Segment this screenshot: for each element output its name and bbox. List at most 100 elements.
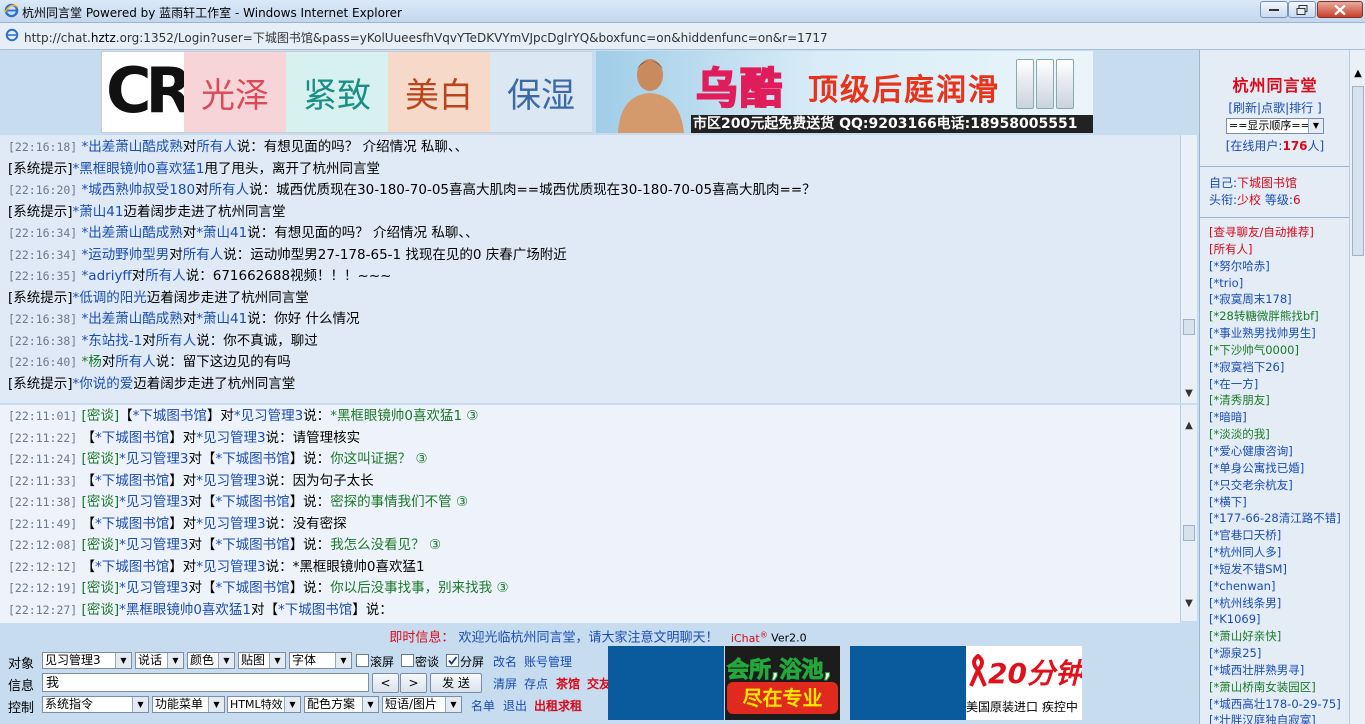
chat-username[interactable]: *下城图书馆 — [95, 516, 169, 532]
chat-username[interactable]: *见习管理3 — [196, 559, 265, 575]
chat-username[interactable]: *见习管理3 — [196, 430, 265, 446]
private-chat-checkbox[interactable]: 密谈 — [401, 653, 439, 670]
chat-username[interactable]: *出差萧山酷成熟 — [82, 225, 183, 241]
user-list-item[interactable]: [*单身公寓找已婚] — [1209, 460, 1350, 477]
scroll-down-arrow-icon[interactable]: ▼ — [1181, 385, 1197, 401]
user-list-item[interactable]: [*在一方] — [1209, 376, 1350, 393]
user-list-item[interactable]: [*源泉25] — [1209, 645, 1350, 662]
chat-username[interactable]: *见习管理3 — [119, 494, 188, 510]
user-list-item[interactable]: [*清秀朋友] — [1209, 392, 1350, 409]
chat-username[interactable]: *运动野帅型男 — [82, 247, 170, 263]
previous-message-button[interactable]: < — [372, 673, 399, 693]
chat-username[interactable]: *adriyff — [82, 268, 132, 284]
close-window-button[interactable] — [1317, 1, 1363, 18]
chat-username[interactable]: 所有人 — [196, 139, 237, 155]
chat-username[interactable]: *你说的爱 — [73, 376, 134, 392]
user-list-item[interactable]: [*壮胖汉庭独自寂寞] — [1209, 712, 1350, 724]
address-bar[interactable]: http://chat.hztz.org:1352/Login?user=下城图… — [0, 23, 1365, 50]
user-list-item[interactable]: [*城西高壮178-0-29-75] — [1209, 696, 1350, 713]
user-list-item[interactable]: [*暗暗] — [1209, 409, 1350, 426]
rename-link[interactable]: 改名 — [493, 653, 517, 670]
chat-username[interactable]: *见习管理3 — [119, 580, 188, 596]
chat-username[interactable]: 所有人 — [145, 268, 186, 284]
scroll-down-arrow-icon[interactable]: ▼ — [1181, 595, 1197, 611]
private-chat-scrollbar[interactable]: ▲ ▼ — [1180, 405, 1197, 621]
user-list-item[interactable]: [*努尔哈赤] — [1209, 258, 1350, 275]
chat-username[interactable]: *下城图书馆 — [215, 451, 289, 467]
color-scheme-select[interactable]: 配色方案 ▼ — [304, 696, 379, 713]
system-command-select[interactable]: 系统指令 ▼ — [42, 696, 149, 713]
user-list-item[interactable]: [*官巷口天桥] — [1209, 527, 1350, 544]
ranking-link[interactable]: 排行 ] — [1289, 101, 1322, 115]
chat-username[interactable]: 所有人 — [156, 333, 197, 349]
search-friends-link[interactable]: [查寻聊友/自动推荐] — [1209, 224, 1350, 241]
display-order-select[interactable]: ==显示顺序== ▼ — [1226, 118, 1324, 134]
sidebar-scrollbar[interactable]: ▲ — [1349, 50, 1365, 724]
public-chat-area[interactable]: [22:16:18] *出差萧山酷成熟对所有人说：有想见面的吗？ 介绍情况 私聊… — [0, 135, 1180, 403]
user-list-item[interactable]: [*事业熟男找帅男生] — [1209, 325, 1350, 342]
chat-username[interactable]: *东站找-1 — [82, 333, 143, 349]
chat-username[interactable]: 所有人 — [183, 247, 224, 263]
message-input[interactable]: 我 — [42, 673, 369, 692]
target-select[interactable]: 见习管理3 ▼ — [42, 652, 132, 669]
public-chat-scrollbar[interactable]: ▼ — [1180, 135, 1197, 403]
ad-placeholder-blue[interactable] — [608, 646, 724, 720]
restore-button[interactable] — [1288, 1, 1316, 18]
color-select[interactable]: 颜色 ▼ — [187, 652, 235, 669]
user-list-item[interactable]: [*横下] — [1209, 494, 1350, 511]
chat-username[interactable]: 所有人 — [209, 182, 250, 198]
scrollbar-thumb[interactable] — [1352, 86, 1364, 256]
chat-username[interactable]: *低调的阳光 — [73, 290, 147, 306]
roster-link[interactable]: 名单 — [471, 697, 495, 714]
chat-username[interactable]: *下城图书馆 — [95, 430, 169, 446]
chat-username[interactable]: *萧山41 — [196, 225, 247, 241]
function-menu-select[interactable]: 功能菜单 ▼ — [152, 696, 225, 713]
chat-username[interactable]: *下城图书馆 — [133, 408, 207, 424]
user-list-item[interactable]: [*只交老余杭友] — [1209, 477, 1350, 494]
phrases-images-select[interactable]: 短语/图片 ▼ — [382, 696, 462, 713]
chat-username[interactable]: *见习管理3 — [196, 473, 265, 489]
scroll-up-arrow-icon[interactable]: ▲ — [1350, 68, 1365, 79]
sticker-select[interactable]: 贴图 ▼ — [238, 652, 286, 669]
account-manage-link[interactable]: 账号管理 — [524, 653, 572, 670]
chat-username[interactable]: *出差萧山酷成熟 — [82, 139, 183, 155]
split-screen-checkbox[interactable]: 分屏 — [446, 653, 484, 670]
song-request-link[interactable]: 点歌 — [1261, 101, 1285, 115]
teahouse-link[interactable]: 茶馆 — [556, 675, 580, 692]
user-list-item[interactable]: [*短发不错SM] — [1209, 561, 1350, 578]
user-list-item[interactable]: [所有人] — [1209, 241, 1350, 258]
font-select[interactable]: 字体 ▼ — [289, 652, 352, 669]
chat-username[interactable]: *城西熟帅叔受180 — [82, 182, 196, 198]
chat-username[interactable]: *黑框眼镜帅0喜欢猛1 — [73, 161, 205, 177]
chat-username[interactable]: *下城图书馆 — [215, 494, 289, 510]
scrollbar-thumb[interactable] — [1183, 319, 1195, 335]
user-list-item[interactable]: [*trio] — [1209, 275, 1350, 292]
user-list-item[interactable]: [*28转糖微胖熊找bf] — [1209, 308, 1350, 325]
user-list-item[interactable]: [*淡淡的我] — [1209, 426, 1350, 443]
chat-username[interactable]: *出差萧山酷成熟 — [82, 311, 183, 327]
chat-username[interactable]: 所有人 — [115, 354, 156, 370]
chat-username[interactable]: *下城图书馆 — [278, 602, 352, 618]
rent-link[interactable]: 出租求租 — [534, 697, 582, 714]
user-list-item[interactable]: [*chenwan] — [1209, 578, 1350, 595]
user-list-item[interactable]: [*萧山好亲快] — [1209, 628, 1350, 645]
chat-username[interactable]: *下城图书馆 — [95, 473, 169, 489]
health-ad[interactable]: 20分钟 美国原装进口 疾控中 — [966, 646, 1082, 720]
user-list-item[interactable]: [*寂寞周末178] — [1209, 291, 1350, 308]
minimize-button[interactable] — [1260, 1, 1288, 18]
user-list-item[interactable]: [*爱心健康咨询] — [1209, 443, 1350, 460]
ad-placeholder-blue[interactable] — [850, 646, 966, 720]
cosmetics-banner-ad[interactable]: CR 光泽 紧致 美白 保湿 — [101, 51, 592, 133]
scroll-up-arrow-icon[interactable]: ▲ — [1181, 417, 1197, 433]
chat-username[interactable]: *黑框眼镜帅0喜欢猛1 — [119, 602, 251, 618]
user-list-item[interactable]: [*萧山桥南女装园区] — [1209, 679, 1350, 696]
chat-username[interactable]: *萧山41 — [196, 311, 247, 327]
user-list-item[interactable]: [*177-66-28清江路不错] — [1209, 510, 1350, 527]
user-list-item[interactable]: [*杭州线条男] — [1209, 595, 1350, 612]
chat-username[interactable]: *见习管理3 — [119, 451, 188, 467]
chat-username[interactable]: *下城图书馆 — [95, 559, 169, 575]
send-button[interactable]: 发 送 — [430, 673, 482, 693]
refresh-link[interactable]: [刷新 — [1228, 101, 1257, 115]
user-list-item[interactable]: [*寂寞裆下26] — [1209, 359, 1350, 376]
user-list-item[interactable]: [*城西壮胖熟男寻] — [1209, 662, 1350, 679]
